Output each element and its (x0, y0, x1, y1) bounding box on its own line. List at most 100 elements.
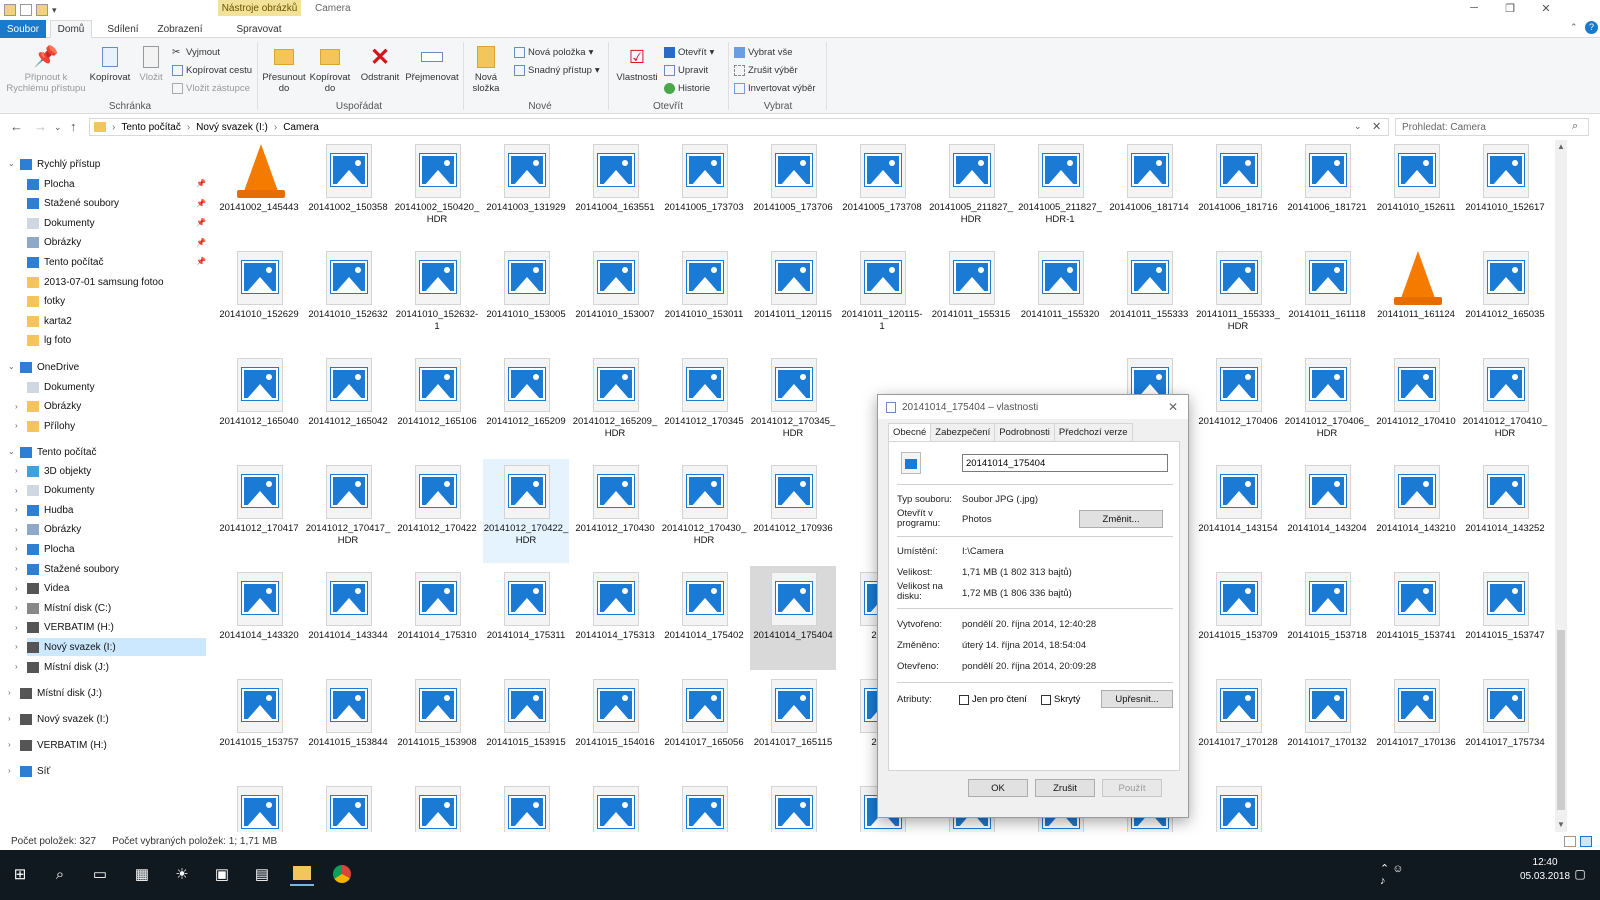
sidebar-item-pc-5[interactable]: Stažené soubory (27, 560, 119, 578)
copy-button[interactable]: Kopírovat (88, 44, 132, 83)
file-item[interactable]: 20141002_145443 (216, 140, 302, 242)
up-arrow-icon[interactable]: ↑ (70, 119, 77, 134)
pin-quick-access-button[interactable]: 📌 Připnout k Rychlému přístupu (6, 44, 86, 95)
file-item[interactable]: 20141012_170410_HDR (1462, 352, 1548, 456)
file-item[interactable]: 20141012_170410 (1373, 352, 1459, 456)
tab-file[interactable]: Soubor (0, 20, 46, 38)
scroll-down-icon[interactable]: ▼ (1557, 820, 1565, 829)
file-item[interactable]: 20141012_170430_HDR (661, 459, 747, 563)
filename-field[interactable]: 20141014_175404 (962, 454, 1168, 472)
file-item[interactable]: 20141017_175816 (394, 780, 480, 832)
advanced-button[interactable]: Upřesnit... (1101, 690, 1173, 708)
file-item[interactable]: 20141015_153908 (394, 673, 480, 777)
move-to-button[interactable]: Přesunout do (262, 44, 306, 94)
search-icon[interactable]: ⌕ (48, 862, 72, 886)
file-item[interactable]: 20141011_155333_HDR (1195, 245, 1281, 349)
cut-button[interactable]: ✂ Vyjmout (172, 44, 220, 60)
expand-chevron-icon[interactable]: › (15, 662, 18, 671)
file-item[interactable]: 20141012_165040 (216, 352, 302, 456)
sidebar-item-quick-3[interactable]: Obrázky (27, 234, 81, 252)
expand-chevron-icon[interactable]: › (8, 740, 11, 749)
sidebar-item-pc-8[interactable]: VERBATIM (H:) (27, 619, 114, 637)
new-item-button[interactable]: Nová položka ▾ (514, 44, 593, 60)
sidebar-item-root-0[interactable]: Místní disk (J:) (20, 684, 102, 702)
change-button[interactable]: Změnit... (1079, 510, 1163, 528)
copy-path-button[interactable]: Kopírovat cestu (172, 62, 252, 78)
file-item[interactable]: 20141010_153011 (661, 245, 747, 349)
file-item[interactable]: 20141015_153741 (1373, 566, 1459, 670)
rename-button[interactable]: Přejmenovat (404, 44, 460, 83)
readonly-checkbox[interactable]: Jen pro čtení (959, 694, 1027, 705)
address-dropdown-icon[interactable]: ⌄ (1354, 121, 1362, 132)
file-item[interactable]: 20141015_153757 (216, 673, 302, 777)
file-item[interactable]: 20141012_170406_HDR (1284, 352, 1370, 456)
file-item[interactable]: 20141014_143252 (1462, 459, 1548, 563)
file-item[interactable]: 20141017_165115 (750, 673, 836, 777)
customize-qat-icon[interactable]: ▾ (52, 5, 57, 16)
file-item[interactable]: 20141015_153915 (483, 673, 569, 777)
new-folder-icon[interactable] (36, 4, 48, 16)
expand-chevron-icon[interactable]: › (15, 486, 18, 495)
file-item[interactable]: 20141011_120115 (750, 245, 836, 349)
file-item[interactable]: 20141014_143154 (1195, 459, 1281, 563)
file-item[interactable]: 20141012_170345 (661, 352, 747, 456)
expand-chevron-icon[interactable]: › (15, 564, 18, 573)
sidebar-item-pc-0[interactable]: 3D objekty (27, 462, 91, 480)
file-item[interactable]: 20141018_141225 (1195, 780, 1281, 832)
file-item[interactable]: 20141017_170136 (1373, 673, 1459, 777)
open-button[interactable]: Otevřít ▾ (664, 44, 714, 60)
file-item[interactable]: 20141005_173706 (750, 140, 836, 242)
sidebar-item-quick-5[interactable]: 2013-07-01 samsung fotoo (27, 273, 164, 291)
details-view-icon[interactable] (1564, 836, 1576, 847)
file-item[interactable]: 20141015_153718 (1284, 566, 1370, 670)
collapse-chevron-icon[interactable]: ⌄ (8, 362, 15, 371)
file-item[interactable]: 20141005_173703 (661, 140, 747, 242)
file-item[interactable]: 20141017_175810 (305, 780, 391, 832)
file-item[interactable]: 20141012_170417_HDR (305, 459, 391, 563)
file-item[interactable]: 20141014_143204 (1284, 459, 1370, 563)
nav-quick-access[interactable]: Rychlý přístup (20, 155, 100, 173)
sidebar-item-pc-9[interactable]: Nový svazek (I:) (27, 638, 206, 657)
search-input[interactable]: Prohledat: Camera (1395, 118, 1589, 136)
file-item[interactable]: 20141006_181721 (1284, 140, 1370, 242)
help-icon[interactable]: ? (1585, 21, 1598, 34)
file-item[interactable]: 20141012_165209 (483, 352, 569, 456)
collapse-ribbon-icon[interactable]: ⌃ (1570, 22, 1578, 33)
file-item[interactable]: 20141014_143344 (305, 566, 391, 670)
calendar-icon[interactable]: ▤ (250, 862, 274, 886)
file-item[interactable]: 20141015_154016 (572, 673, 658, 777)
file-item[interactable]: 20141012_165209_HDR (572, 352, 658, 456)
sidebar-item-pc-10[interactable]: Místní disk (J:) (27, 658, 109, 676)
expand-chevron-icon[interactable]: › (8, 714, 11, 723)
expand-chevron-icon[interactable]: › (15, 544, 18, 553)
tab-share[interactable]: Sdílení (100, 20, 146, 38)
close-window-button[interactable]: ✕ (1536, 2, 1556, 15)
control-panel-icon[interactable]: ▣ (210, 862, 234, 886)
expand-chevron-icon[interactable]: › (8, 688, 11, 697)
expand-chevron-icon[interactable]: › (15, 525, 18, 534)
file-item[interactable]: 20141003_131929 (483, 140, 569, 242)
file-item[interactable]: 20141012_170417 (216, 459, 302, 563)
sidebar-item-pc-3[interactable]: Obrázky (27, 521, 81, 539)
breadcrumb-this-pc[interactable]: Tento počítač (121, 122, 180, 133)
sidebar-item-quick-8[interactable]: lg foto (27, 332, 71, 350)
address-bar[interactable]: › Tento počítač › Nový svazek (I:) › Cam… (89, 118, 1389, 136)
scrollbar-thumb[interactable] (1557, 630, 1565, 810)
apply-button[interactable]: Použít (1102, 779, 1162, 797)
search-icon[interactable]: ⌕ (1572, 120, 1578, 133)
file-item[interactable]: 20141017_170132 (1284, 673, 1370, 777)
history-button[interactable]: Historie (664, 80, 710, 96)
file-item[interactable]: 20141017_175831 (572, 780, 658, 832)
collapse-chevron-icon[interactable]: ⌄ (8, 447, 15, 456)
expand-chevron-icon[interactable]: › (15, 603, 18, 612)
file-item[interactable]: 20141014_143210 (1373, 459, 1459, 563)
large-icons-view-icon[interactable] (1580, 836, 1592, 847)
paste-button[interactable]: Vložit (134, 44, 168, 83)
file-item[interactable]: 20141010_152632 (305, 245, 391, 349)
minimize-button[interactable]: ─ (1464, 2, 1484, 14)
forward-arrow-icon[interactable]: → (34, 119, 47, 134)
file-item[interactable]: 20141014_175402 (661, 566, 747, 670)
chrome-icon[interactable] (330, 862, 354, 886)
sidebar-item-pc-2[interactable]: Hudba (27, 501, 73, 519)
file-item[interactable]: 20141011_120115-1 (839, 245, 925, 349)
